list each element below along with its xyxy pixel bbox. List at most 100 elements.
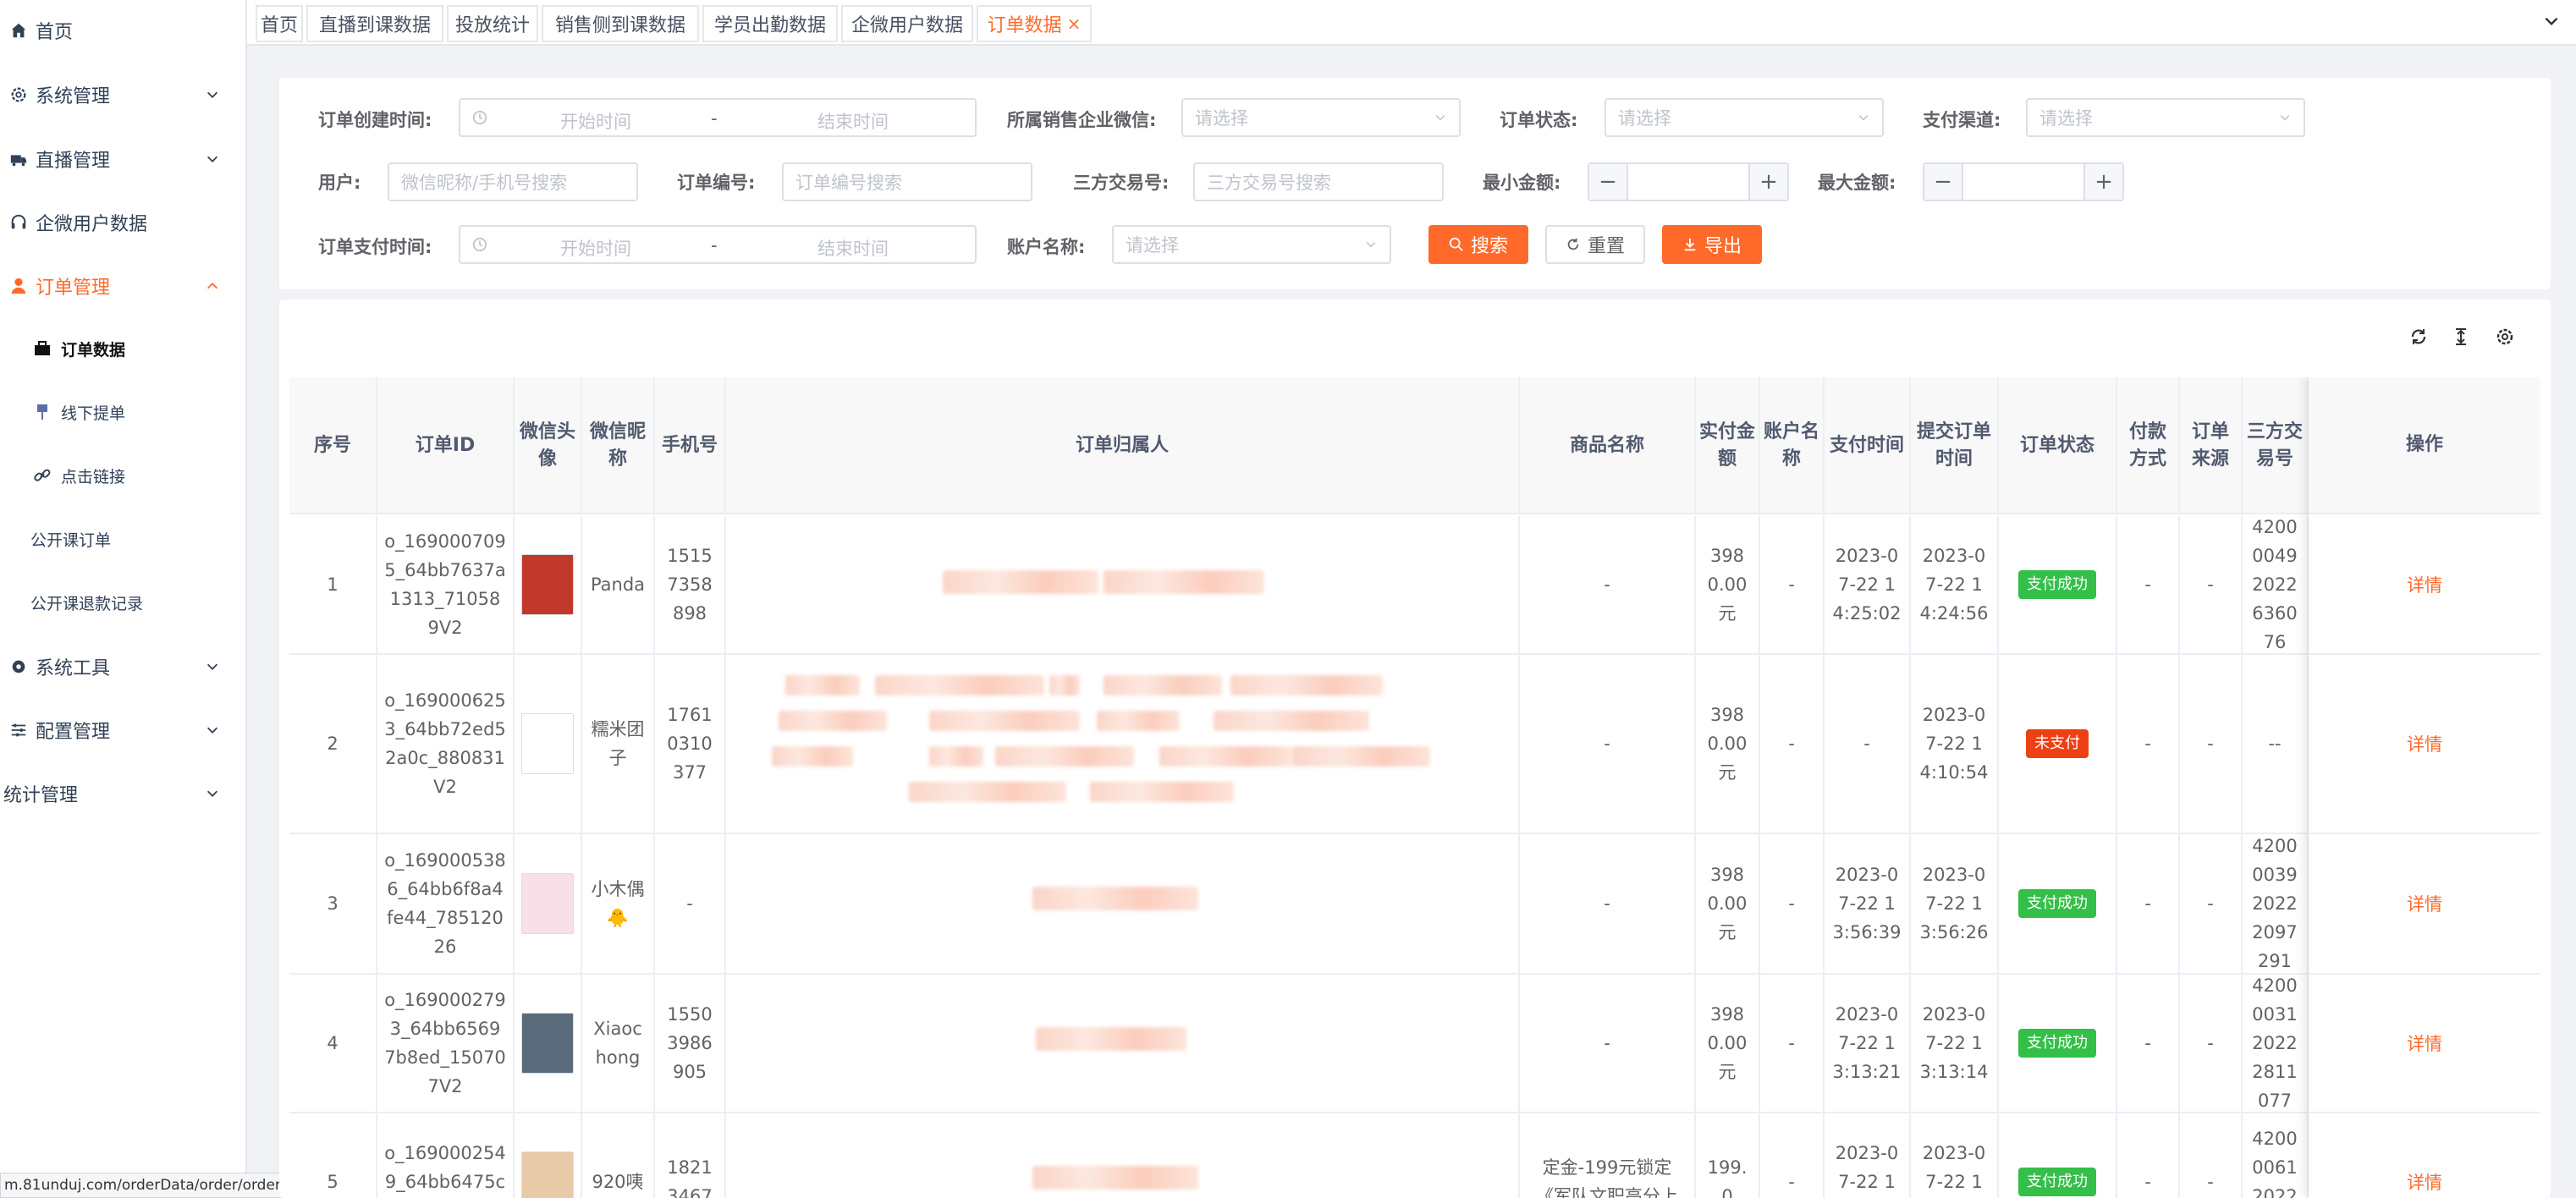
redacted-text	[1049, 675, 1080, 695]
redacted-text	[909, 782, 1066, 802]
decrement-button[interactable]: −	[1589, 164, 1628, 200]
details-link[interactable]: 详情	[2407, 1169, 2442, 1195]
redacted-text	[1159, 746, 1291, 767]
cell-submit-time: 2023-07-22 13:09:1	[1911, 1113, 1999, 1198]
tab-wecom-users[interactable]: 企微用户数据	[841, 5, 973, 42]
increment-button[interactable]: +	[2083, 164, 2122, 200]
sidebar-subitem-public-orders[interactable]: 公开课订单	[0, 515, 245, 563]
pushpin-icon	[34, 404, 51, 420]
reset-button[interactable]: 重置	[1545, 225, 1645, 264]
cell-submit-time: 2023-07-22 14:24:56	[1911, 516, 1999, 653]
tab-ad-stats[interactable]: 投放统计	[447, 5, 538, 42]
date-separator: -	[711, 235, 718, 256]
max-amount-value[interactable]	[1963, 164, 2083, 200]
refresh-icon	[1567, 238, 1579, 250]
sidebar-item-config[interactable]: 配置管理	[0, 705, 245, 756]
chevron-down-icon	[206, 790, 218, 797]
gear-icon	[8, 657, 29, 677]
create-time-label: 订单创建时间:	[318, 110, 432, 130]
min-amount-stepper[interactable]: − +	[1588, 162, 1789, 201]
create-time-range[interactable]: 开始时间 - 结束时间	[459, 98, 977, 137]
redacted-text	[1090, 782, 1234, 802]
tab-order-data[interactable]: 订单数据 ×	[977, 5, 1092, 42]
tab-home[interactable]: 首页	[256, 5, 303, 42]
header-status: 订单状态	[1999, 377, 2117, 514]
account-name-label: 账户名称:	[1007, 237, 1086, 257]
tab-label: 销售侧到课数据	[554, 15, 685, 36]
tab-student-attendance[interactable]: 学员出勤数据	[702, 5, 838, 42]
cell-nickname: Xiaochong	[582, 975, 655, 1112]
redacted-text	[1104, 570, 1264, 594]
sidebar-item-live[interactable]: 直播管理	[0, 134, 245, 184]
column-height-icon[interactable]	[2449, 325, 2473, 349]
cell-status: 支付成功	[1999, 1113, 2117, 1198]
sidebar-item-label: 统计管理	[3, 785, 79, 806]
cell-status: 支付成功	[1999, 975, 2117, 1112]
header-submit-time: 提交订单时间	[1911, 377, 1999, 514]
start-time-placeholder: 开始时间	[560, 239, 631, 259]
order-no-input[interactable]: 订单编号搜索	[782, 162, 1032, 201]
tab-live-attendance[interactable]: 直播到课数据	[306, 5, 443, 42]
pay-time-range[interactable]: 开始时间 - 结束时间	[459, 225, 977, 264]
sidebar-item-wecom-users[interactable]: 企微用户数据	[0, 197, 245, 248]
sidebar-item-orders[interactable]: 订单管理	[0, 261, 245, 311]
truck-icon	[8, 149, 29, 169]
filter-form: 订单创建时间: 开始时间 - 结束时间 所属销售企业微信: 请选择 订单状态: …	[279, 78, 2551, 289]
pay-time-label: 订单支付时间:	[318, 237, 432, 257]
cell-pay-time: -	[1825, 655, 1911, 833]
sidebar-item-system[interactable]: 系统管理	[0, 69, 245, 120]
refresh-icon[interactable]	[2407, 325, 2430, 349]
decrement-button[interactable]: −	[1924, 164, 1963, 200]
cell-third-no: --	[2243, 655, 2309, 833]
details-link[interactable]: 详情	[2407, 731, 2442, 756]
third-no-input[interactable]: 三方交易号搜索	[1193, 162, 1444, 201]
input-placeholder: 微信昵称/手机号搜索	[401, 173, 568, 193]
sidebar-item-stats[interactable]: 统计管理	[0, 768, 245, 819]
min-amount-value[interactable]	[1628, 164, 1748, 200]
cell-order-id: o_1690005386_64bb6f8a4fe44_78512026	[377, 834, 515, 973]
tab-label: 直播到课数据	[318, 15, 431, 36]
cell-nickname: 小木偶🐥	[582, 834, 655, 973]
sidebar-subitem-offline[interactable]: 线下提单	[0, 388, 245, 436]
select-placeholder: 请选择	[1195, 108, 1248, 129]
cell-no: 1	[289, 516, 377, 653]
pay-channel-select[interactable]: 请选择	[2026, 98, 2305, 137]
sidebar-item-home[interactable]: 首页	[0, 5, 245, 56]
search-button[interactable]: 搜索	[1428, 225, 1528, 264]
input-placeholder: 订单编号搜索	[795, 173, 902, 193]
button-label: 重置	[1587, 236, 1625, 257]
sales-wechat-select[interactable]: 请选择	[1181, 98, 1461, 137]
order-status-select[interactable]: 请选择	[1604, 98, 1884, 137]
user-search-input[interactable]: 微信昵称/手机号搜索	[388, 162, 638, 201]
cell-nickname: Panda	[582, 516, 655, 653]
cell-status: 未支付	[1999, 655, 2117, 833]
sliders-icon	[8, 720, 29, 740]
cell-pay-method: -	[2117, 516, 2180, 653]
cell-pay-time: 2023-07-22 14:25:02	[1825, 516, 1911, 653]
header-product: 商品名称	[1520, 377, 1696, 514]
details-link[interactable]: 详情	[2407, 891, 2442, 916]
table-row: 2 o_1690006253_64bb72ed52a0c_880831V2 糯米团子…	[289, 655, 2540, 834]
account-name-select[interactable]: 请选择	[1112, 225, 1391, 264]
settings-icon[interactable]	[2493, 325, 2517, 349]
increment-button[interactable]: +	[1748, 164, 1787, 200]
clock-icon	[472, 237, 487, 252]
close-icon[interactable]: ×	[1067, 14, 1082, 34]
sidebar-item-tools[interactable]: 系统工具	[0, 641, 245, 692]
export-button[interactable]: 导出	[1662, 225, 1762, 264]
max-amount-stepper[interactable]: − +	[1923, 162, 2124, 201]
table-header: 序号 订单ID 微信头像 微信昵称 手机号 订单归属人 商品名称 实付金额 账户名称 支付时间 提交…	[289, 377, 2540, 514]
details-link[interactable]: 详情	[2407, 1030, 2442, 1056]
action-cell: 详情	[2309, 655, 2540, 834]
details-link[interactable]: 详情	[2407, 572, 2442, 597]
sidebar-subitem-order-data[interactable]: 订单数据	[0, 325, 245, 372]
status-badge: 支付成功	[2018, 1029, 2096, 1058]
sidebar-subitem-public-refunds[interactable]: 公开课退款记录	[0, 579, 245, 626]
cell-order-id: o_1690006253_64bb72ed52a0c_880831V2	[377, 655, 515, 833]
redacted-text	[1214, 711, 1369, 731]
chevron-down-icon[interactable]	[2542, 12, 2561, 30]
sidebar-subitem-links[interactable]: 点击链接	[0, 452, 245, 499]
redacted-text	[1036, 1027, 1186, 1051]
tab-sales-attendance[interactable]: 销售侧到课数据	[542, 5, 699, 42]
redacted-text	[772, 746, 853, 767]
